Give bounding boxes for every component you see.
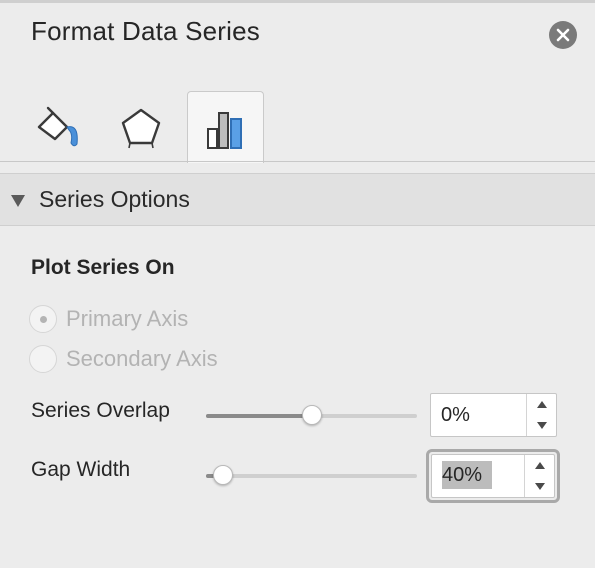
series-overlap-decrement-button[interactable]	[527, 415, 556, 436]
section-label: Series Options	[39, 186, 190, 212]
gap-width-increment-button[interactable]	[525, 455, 554, 476]
arrow-down-icon	[534, 483, 545, 490]
slider-track	[206, 474, 417, 478]
tab-strip-divider	[0, 161, 595, 162]
tab-fill-and-line[interactable]	[21, 92, 95, 162]
paint-bucket-icon	[37, 106, 78, 147]
panel-top-edge	[0, 0, 595, 3]
gap-width-decrement-button[interactable]	[525, 476, 554, 497]
pentagon-icon	[121, 108, 161, 149]
secondary-axis-label: Secondary Axis	[66, 346, 218, 371]
slider-thumb[interactable]	[302, 405, 322, 425]
close-icon	[556, 28, 570, 42]
slider-thumb[interactable]	[213, 465, 233, 485]
series-overlap-stepper-box	[430, 393, 557, 437]
tab-effects[interactable]	[104, 92, 178, 162]
secondary-axis-option[interactable]: Secondary Axis	[29, 343, 218, 375]
arrow-up-icon	[536, 401, 547, 408]
gap-width-stepper-box	[431, 454, 555, 498]
primary-axis-radio[interactable]	[29, 305, 57, 333]
close-button[interactable]	[549, 21, 577, 49]
stepper-arrows	[526, 394, 556, 436]
arrow-down-icon	[536, 422, 547, 429]
primary-axis-option[interactable]: Primary Axis	[29, 303, 188, 335]
primary-axis-label: Primary Axis	[66, 306, 189, 331]
series-overlap-input[interactable]	[441, 401, 513, 429]
slider-fill	[206, 414, 312, 418]
bar-chart-icon	[206, 111, 242, 149]
gap-width-input[interactable]	[442, 461, 492, 489]
secondary-axis-radio[interactable]	[29, 345, 57, 373]
series-options-section-header[interactable]: Series Options	[0, 173, 595, 226]
series-overlap-increment-button[interactable]	[527, 394, 556, 415]
series-overlap-stepper	[430, 393, 557, 437]
stepper-arrows	[524, 455, 554, 497]
tab-series-options[interactable]	[187, 91, 264, 163]
arrow-up-icon	[534, 462, 545, 469]
plot-series-on-heading: Plot Series On	[31, 256, 175, 279]
series-overlap-label: Series Overlap	[31, 399, 170, 422]
radio-selected-dot	[40, 316, 47, 323]
gap-width-slider[interactable]	[206, 465, 417, 487]
panel-title: Format Data Series	[31, 16, 261, 46]
triangle-down-icon	[11, 195, 25, 207]
series-overlap-slider[interactable]	[206, 405, 417, 427]
gap-width-label: Gap Width	[31, 458, 131, 481]
gap-width-stepper	[426, 449, 560, 503]
